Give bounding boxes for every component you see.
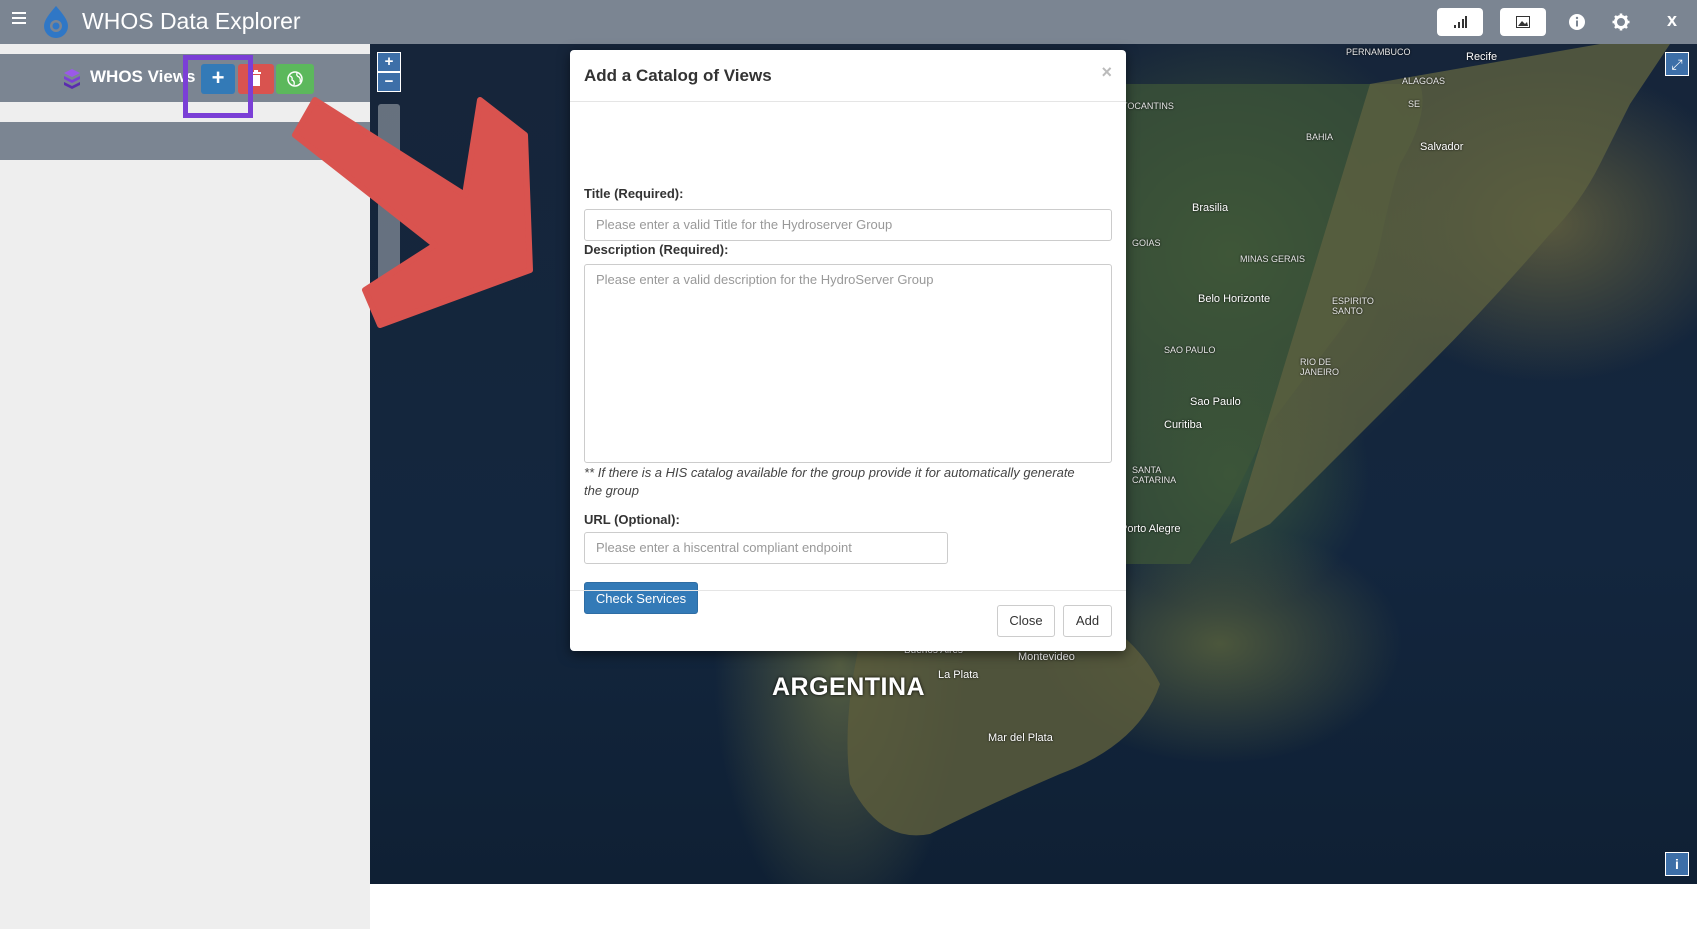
water-drop-logo-icon	[44, 6, 68, 38]
zoom-control: + −	[377, 52, 401, 92]
chart-icon	[1454, 16, 1467, 28]
highlight-box	[183, 55, 253, 118]
url-input[interactable]: Please enter a hiscentral compliant endp…	[584, 532, 948, 564]
map-place-label: Porto Alegre	[1120, 523, 1181, 535]
globe-icon	[287, 71, 303, 87]
map-region-label: MINAS GERAIS	[1240, 254, 1306, 264]
map-place-label: Curitiba	[1164, 419, 1202, 431]
close-app-button[interactable]: x	[1667, 10, 1677, 31]
url-label: URL (Optional):	[584, 512, 680, 527]
map-region-label: PERNAMBUCO	[1346, 47, 1411, 57]
map-place-label: Recife	[1466, 51, 1498, 63]
his-catalog-note: ** If there is a HIS catalog available f…	[584, 465, 1075, 498]
map-region-label: ALAGOAS	[1402, 76, 1446, 86]
close-button[interactable]: Close	[997, 605, 1055, 637]
map-region-label: SE	[1408, 99, 1421, 109]
description-label: Description (Required):	[584, 242, 729, 257]
map-place-label: Salvador	[1420, 141, 1464, 153]
title-label: Title (Required):	[584, 186, 684, 201]
info-icon[interactable]	[1563, 8, 1591, 36]
map-region-label: GOIAS	[1132, 238, 1161, 248]
modal-header: Add a Catalog of Views	[570, 50, 1126, 102]
map-region-label: SANTA CATARINA	[1132, 465, 1177, 485]
globe-button[interactable]	[276, 64, 314, 94]
map-region-label: ESPIRITO SANTO	[1332, 296, 1374, 316]
views-cube-icon	[64, 69, 80, 89]
map-region-label: RIO DE JANEIRO	[1300, 357, 1340, 377]
footer-area	[370, 884, 1697, 929]
fullscreen-button[interactable]: ⤢	[1665, 52, 1689, 76]
views-title: WHOS Views	[90, 67, 196, 86]
image-toggle-button[interactable]	[1500, 8, 1546, 36]
modal-footer: Close Add	[570, 590, 1126, 651]
map-region-label: SAO PAULO	[1164, 345, 1216, 355]
image-icon	[1516, 16, 1530, 28]
zoom-in-button[interactable]: +	[377, 52, 401, 72]
add-catalog-modal: Add a Catalog of Views × Title (Required…	[570, 50, 1126, 651]
modal-title: Add a Catalog of Views	[584, 66, 772, 85]
zoom-out-button[interactable]: −	[377, 72, 401, 92]
map-place-label: Mar del Plata	[988, 732, 1053, 744]
map-place-label: Brasilia	[1192, 202, 1229, 214]
add-button[interactable]: Add	[1063, 605, 1112, 637]
map-place-label: La Plata	[938, 669, 979, 681]
map-region-label: TOCANTINS	[1122, 101, 1174, 111]
app-title: WHOS Data Explorer	[82, 8, 301, 34]
description-textarea[interactable]: Please enter a valid description for the…	[584, 264, 1112, 463]
hamburger-menu-icon[interactable]	[12, 12, 26, 26]
annotation-arrow-icon	[292, 97, 533, 328]
title-input[interactable]: Please enter a valid Title for the Hydro…	[584, 209, 1112, 241]
country-label: ARGENTINA	[772, 673, 926, 701]
map-place-label: Sao Paulo	[1190, 396, 1241, 408]
map-info-button[interactable]: i	[1665, 852, 1689, 876]
map-place-label: Montevideo	[1018, 651, 1075, 663]
chart-toggle-button[interactable]	[1437, 8, 1483, 36]
modal-close-icon[interactable]: ×	[1101, 62, 1112, 83]
map-region-label: BAHIA	[1306, 132, 1334, 142]
gear-icon[interactable]	[1607, 8, 1635, 36]
map-place-label: Belo Horizonte	[1198, 293, 1271, 305]
top-navbar: WHOS Data Explorer x	[0, 0, 1697, 44]
